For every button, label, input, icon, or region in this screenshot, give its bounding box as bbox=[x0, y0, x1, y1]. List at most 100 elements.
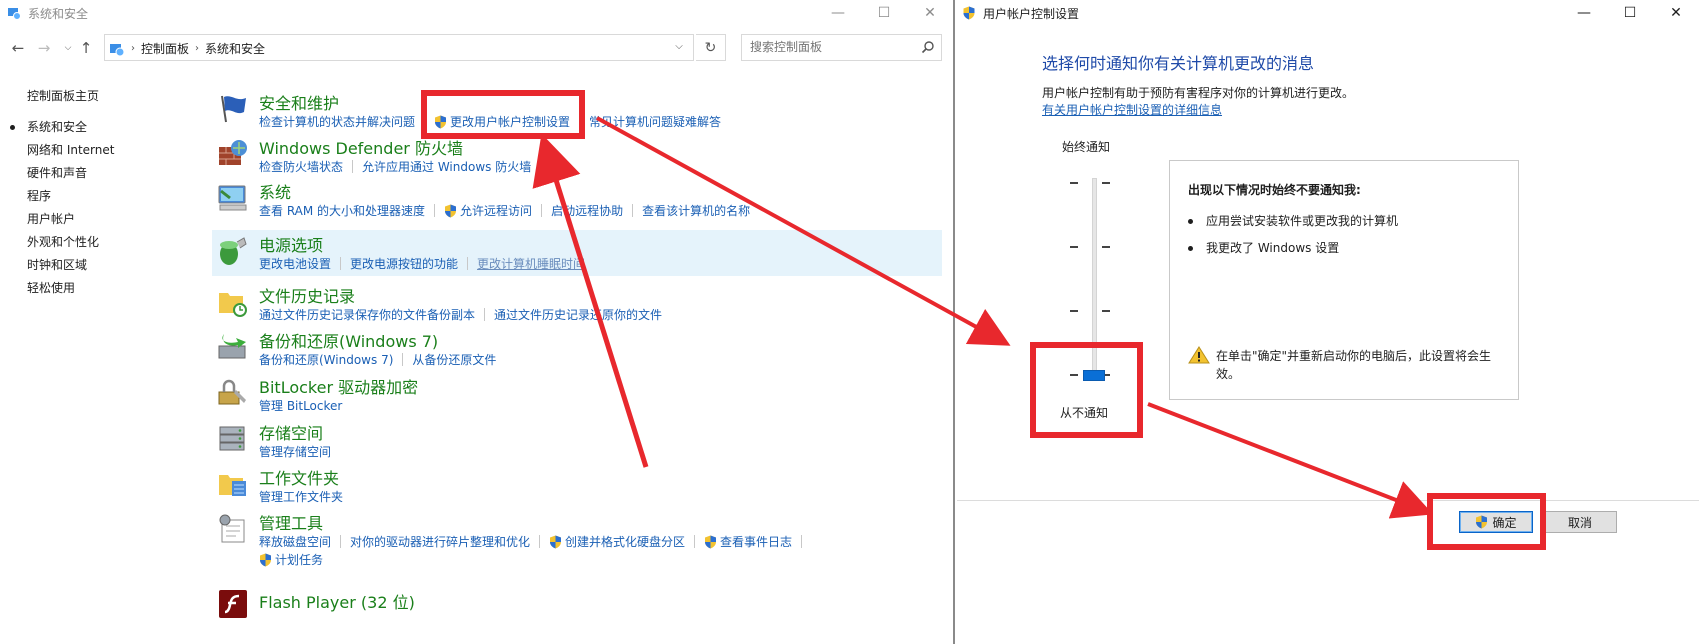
link-change-uac[interactable]: 更改用户帐户控制设置 bbox=[434, 113, 570, 130]
cp-titlebar: 系统和安全 — ☐ ✕ bbox=[0, 0, 953, 26]
category-title[interactable]: Windows Defender 防火墙 bbox=[259, 135, 463, 159]
chevron-right-icon: › bbox=[195, 43, 200, 54]
recent-dropdown-icon[interactable]: ⌵ bbox=[58, 39, 78, 57]
category-work-folders: 工作文件夹 管理工作文件夹 bbox=[212, 463, 942, 509]
close-button[interactable]: ✕ bbox=[907, 0, 953, 26]
control-panel-window: 系统和安全 — ☐ ✕ ← → ⌵ ↑ › 控制面板 › 系统和安全 ⌵ ↻ 控… bbox=[0, 0, 955, 644]
sidebar-item-programs[interactable]: 程序 bbox=[27, 187, 51, 204]
category-title[interactable]: Flash Player (32 位) bbox=[259, 589, 415, 613]
category-title[interactable]: BitLocker 驱动器加密 bbox=[259, 374, 418, 398]
category-file-history: 文件历史记录 通过文件历史记录保存你的文件备份副本 通过文件历史记录还原你的文件 bbox=[212, 281, 942, 327]
shield-icon bbox=[1476, 515, 1488, 529]
link-manage-storage[interactable]: 管理存储空间 bbox=[259, 443, 331, 460]
link-change-uac-label: 更改用户帐户控制设置 bbox=[450, 115, 571, 129]
link-disk-cleanup[interactable]: 释放磁盘空间 bbox=[259, 533, 331, 550]
admin-tools-icon bbox=[219, 514, 245, 543]
link-scheduled-tasks-label: 计划任务 bbox=[275, 553, 324, 567]
link-scheduled-tasks[interactable]: 计划任务 bbox=[259, 551, 323, 568]
backup-icon bbox=[218, 334, 246, 359]
category-title[interactable]: 系统 bbox=[259, 179, 291, 203]
uac-titlebar: 用户帐户控制设置 — ☐ ✕ bbox=[957, 0, 1699, 26]
info-bullet: 应用尝试安装软件或更改我的计算机 bbox=[1188, 212, 1398, 229]
search-input[interactable] bbox=[742, 35, 912, 59]
link-restore-files[interactable]: 通过文件历史记录还原你的文件 bbox=[494, 306, 662, 323]
address-bar[interactable]: › 控制面板 › 系统和安全 bbox=[104, 34, 694, 61]
cancel-button-label: 取消 bbox=[1567, 515, 1592, 530]
sidebar-item-hardware[interactable]: 硬件和声音 bbox=[27, 164, 87, 181]
warning-icon bbox=[1188, 346, 1210, 364]
link-troubleshoot[interactable]: 常见计算机问题疑难解答 bbox=[589, 113, 721, 130]
shield-icon bbox=[435, 115, 447, 128]
minimize-button[interactable]: — bbox=[1561, 0, 1607, 26]
sidebar-item-network[interactable]: 网络和 Internet bbox=[27, 141, 114, 158]
sidebar-item-ease-of-access[interactable]: 轻松使用 bbox=[27, 279, 75, 296]
cancel-button[interactable]: 取消 bbox=[1543, 511, 1617, 533]
link-remote-assist[interactable]: 启动远程协助 bbox=[551, 202, 623, 219]
info-title: 出现以下情况时始终不要通知我: bbox=[1188, 183, 1361, 197]
link-manage-bitlocker[interactable]: 管理 BitLocker bbox=[259, 397, 342, 414]
link-manage-work-folders[interactable]: 管理工作文件夹 bbox=[259, 488, 343, 505]
category-title[interactable]: 管理工具 bbox=[259, 510, 323, 534]
info-box: 出现以下情况时始终不要通知我: 应用尝试安装软件或更改我的计算机 我更改了 Wi… bbox=[1169, 160, 1519, 400]
link-backup-restore-win7[interactable]: 备份和还原(Windows 7) bbox=[259, 351, 393, 368]
link-restore-from-backup[interactable]: 从备份还原文件 bbox=[412, 351, 496, 368]
sidebar-item-user-accounts[interactable]: 用户帐户 bbox=[27, 210, 75, 227]
maximize-button[interactable]: ☐ bbox=[861, 0, 907, 26]
category-title[interactable]: 存储空间 bbox=[259, 420, 323, 444]
link-partition[interactable]: 创建并格式化硬盘分区 bbox=[549, 533, 685, 550]
category-title[interactable]: 备份和还原(Windows 7) bbox=[259, 328, 438, 352]
link-power-button[interactable]: 更改电源按钮的功能 bbox=[350, 255, 458, 272]
link-check-status[interactable]: 检查计算机的状态并解决问题 bbox=[259, 113, 415, 130]
link-allow-remote[interactable]: 允许远程访问 bbox=[444, 202, 532, 219]
forward-arrow-icon[interactable]: → bbox=[34, 39, 54, 57]
category-title[interactable]: 电源选项 bbox=[259, 232, 323, 256]
category-flash-player: Flash Player (32 位) bbox=[212, 583, 942, 629]
notification-slider-thumb[interactable] bbox=[1083, 370, 1105, 381]
link-computer-name[interactable]: 查看该计算机的名称 bbox=[642, 202, 750, 219]
link-ram-cpu[interactable]: 查看 RAM 的大小和处理器速度 bbox=[259, 202, 425, 219]
search-box[interactable] bbox=[741, 34, 942, 61]
maximize-button[interactable]: ☐ bbox=[1607, 0, 1653, 26]
back-arrow-icon[interactable]: ← bbox=[8, 39, 28, 57]
breadcrumb-item[interactable]: 系统和安全 bbox=[205, 40, 265, 57]
category-title[interactable]: 工作文件夹 bbox=[259, 465, 339, 489]
ok-button-label: 确定 bbox=[1492, 515, 1517, 530]
link-event-log[interactable]: 查看事件日志 bbox=[704, 533, 792, 550]
slider-tick bbox=[1102, 246, 1110, 248]
link-backup-copies[interactable]: 通过文件历史记录保存你的文件备份副本 bbox=[259, 306, 475, 323]
shield-icon bbox=[963, 6, 975, 20]
link-allow-app-firewall[interactable]: 允许应用通过 Windows 防火墙 bbox=[362, 158, 531, 175]
uac-window-title: 用户帐户控制设置 bbox=[983, 7, 1080, 21]
category-title[interactable]: 安全和维护 bbox=[259, 90, 339, 114]
footer-divider bbox=[957, 500, 1699, 501]
slider-bottom-label: 从不通知 bbox=[1060, 406, 1109, 420]
slider-top-label: 始终通知 bbox=[1062, 140, 1111, 154]
control-panel-icon bbox=[8, 8, 21, 20]
sidebar-item-home[interactable]: 控制面板主页 bbox=[27, 87, 99, 104]
uac-more-info-link[interactable]: 有关用户帐户控制设置的详细信息 bbox=[1042, 101, 1222, 118]
uac-description: 用户帐户控制有助于预防有害程序对你的计算机进行更改。 bbox=[1042, 86, 1355, 100]
minimize-button[interactable]: — bbox=[815, 0, 861, 26]
link-firewall-status[interactable]: 检查防火墙状态 bbox=[259, 158, 343, 175]
folder-history-icon bbox=[219, 293, 247, 317]
link-defrag[interactable]: 对你的驱动器进行碎片整理和优化 bbox=[350, 533, 530, 550]
notification-slider-track[interactable] bbox=[1092, 178, 1097, 376]
link-allow-remote-label: 允许远程访问 bbox=[460, 204, 533, 218]
battery-icon bbox=[220, 237, 247, 265]
sidebar-item-appearance[interactable]: 外观和个性化 bbox=[27, 233, 99, 250]
sidebar-item-clock-region[interactable]: 时钟和区域 bbox=[27, 256, 87, 273]
chevron-down-icon[interactable]: ⌵ bbox=[672, 38, 686, 56]
ok-button[interactable]: 确定 bbox=[1459, 511, 1533, 533]
link-battery-settings[interactable]: 更改电池设置 bbox=[259, 255, 331, 272]
refresh-icon[interactable]: ↻ bbox=[696, 34, 726, 61]
breadcrumb-item[interactable]: 控制面板 bbox=[141, 40, 189, 57]
category-title[interactable]: 文件历史记录 bbox=[259, 283, 355, 307]
search-icon[interactable] bbox=[921, 40, 935, 54]
sidebar-item-system-security: 系统和安全 bbox=[27, 120, 88, 134]
info-bullet: 我更改了 Windows 设置 bbox=[1188, 239, 1339, 256]
up-arrow-icon[interactable]: ↑ bbox=[76, 39, 96, 57]
link-sleep-time[interactable]: 更改计算机睡眠时间 bbox=[477, 255, 585, 272]
category-power-options: 电源选项 更改电池设置 更改电源按钮的功能 更改计算机睡眠时间 bbox=[212, 230, 942, 276]
category-admin-tools: 管理工具 释放磁盘空间 对你的驱动器进行碎片整理和优化 创建并格式化硬盘分区 查… bbox=[212, 508, 942, 572]
close-button[interactable]: ✕ bbox=[1653, 0, 1699, 26]
